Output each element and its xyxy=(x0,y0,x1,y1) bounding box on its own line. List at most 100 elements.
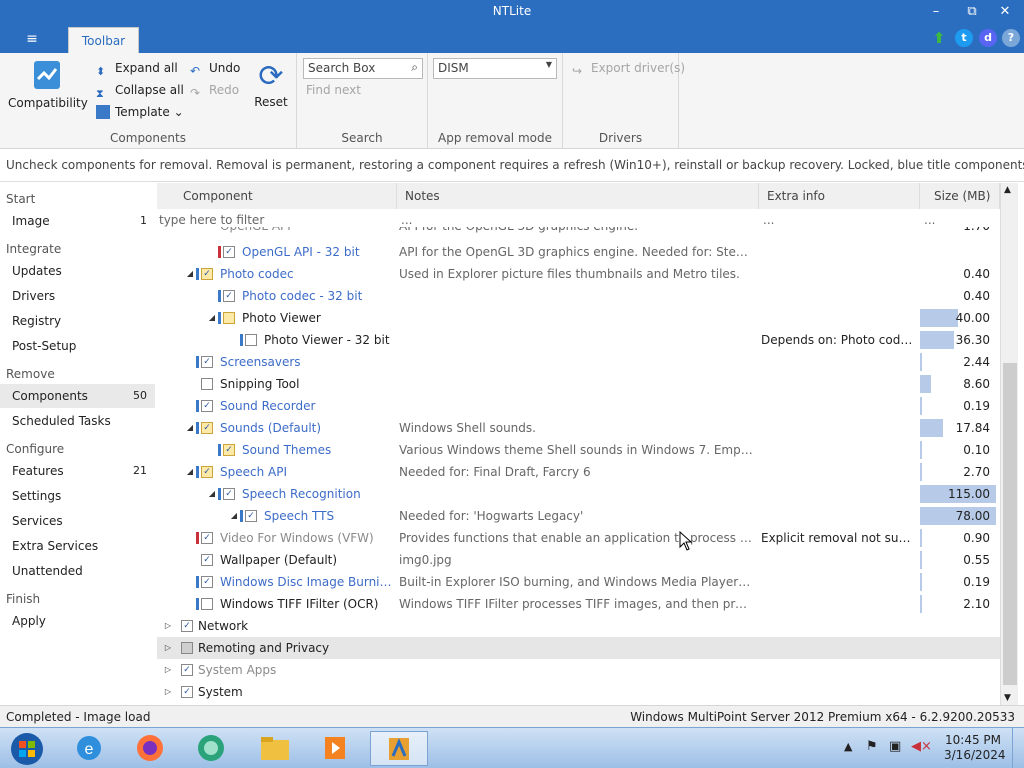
start-button[interactable] xyxy=(0,731,54,766)
network-icon[interactable]: ▣ xyxy=(889,739,901,768)
component-checkbox[interactable]: ✓ xyxy=(223,290,235,302)
show-desktop-button[interactable] xyxy=(1012,728,1024,768)
component-checkbox[interactable] xyxy=(181,642,193,654)
scroll-up-icon[interactable]: ▲ xyxy=(1004,185,1011,195)
component-checkbox[interactable]: ✓ xyxy=(223,246,235,258)
table-row[interactable]: ◢ ✓ Speech TTS Needed for: 'Hogwarts Legacy… xyxy=(157,505,1000,527)
component-checkbox[interactable]: ✓ xyxy=(201,400,213,412)
twitter-icon[interactable]: t xyxy=(955,29,973,47)
table-row[interactable]: ◢ ✓ Photo codec Used in Explorer picture fi… xyxy=(157,263,1000,285)
search-input[interactable]: Search Box ⌕ xyxy=(303,58,423,79)
component-checkbox[interactable]: ✓ xyxy=(201,532,213,544)
column-header-size[interactable]: Size (MB) xyxy=(920,183,1000,209)
table-row[interactable]: ▷ Remoting and Privacy xyxy=(157,637,1000,659)
sidebar-item-updates[interactable]: Updates xyxy=(0,259,155,283)
flag-icon[interactable]: ⚑ xyxy=(866,739,878,768)
expand-toggle-icon[interactable]: ◢ xyxy=(185,263,195,285)
component-checkbox[interactable]: ✓ xyxy=(181,664,193,676)
template-button[interactable]: Template ⌄ xyxy=(96,105,184,119)
ie-app-button[interactable]: e xyxy=(62,731,116,766)
table-row[interactable]: ✓ Sound Recorder 0.19 xyxy=(157,395,1000,417)
column-header-notes[interactable]: Notes xyxy=(397,183,759,209)
table-row[interactable]: ▷ ✓ Network xyxy=(157,615,1000,637)
removal-mode-select[interactable]: DISM ▼ xyxy=(433,58,557,79)
update-arrow-icon[interactable]: ⬆ xyxy=(930,29,948,47)
column-header-extra[interactable]: Extra info xyxy=(759,183,920,209)
component-checkbox[interactable]: ✓ xyxy=(181,620,193,632)
sidebar-item-services[interactable]: Services xyxy=(0,509,155,533)
component-checkbox[interactable] xyxy=(201,598,213,610)
expand-toggle-icon[interactable]: ◢ xyxy=(207,483,217,505)
export-drivers-button[interactable]: ↪ Export driver(s) xyxy=(572,61,685,78)
table-row[interactable]: Windows TIFF IFilter (OCR) Windows TIFF I… xyxy=(157,593,1000,615)
expand-toggle-icon[interactable]: ◢ xyxy=(207,307,217,329)
vertical-scrollbar[interactable]: ▲ ▼ xyxy=(1000,183,1018,705)
component-checkbox[interactable]: ✓ xyxy=(201,554,213,566)
table-row[interactable]: ✓ Video For Windows (VFW) Provides functio… xyxy=(157,527,1000,549)
component-checkbox[interactable]: ✓ xyxy=(201,466,213,478)
component-checkbox[interactable]: ✓ xyxy=(201,576,213,588)
sidebar-item-post-setup[interactable]: Post-Setup xyxy=(0,334,155,358)
table-row[interactable]: ▷ ✓ System Apps xyxy=(157,659,1000,681)
collapse-all-button[interactable]: ⧗ Collapse all xyxy=(96,83,184,101)
sidebar-item-image[interactable]: Image 1 xyxy=(0,209,155,233)
firefox-app-button[interactable] xyxy=(123,731,177,766)
expand-toggle-icon[interactable]: ◢ xyxy=(185,461,195,483)
ntlite-app-button[interactable] xyxy=(370,731,428,766)
hamburger-menu-icon[interactable]: ≡ xyxy=(18,29,46,49)
component-checkbox[interactable] xyxy=(201,378,213,390)
table-row[interactable]: ◢ Photo Viewer 40.00 xyxy=(157,307,1000,329)
sidebar-item-unattended[interactable]: Unattended xyxy=(0,559,155,583)
table-row[interactable]: ✓ Windows Disc Image Burning T... Built-in… xyxy=(157,571,1000,593)
explorer-app-button[interactable] xyxy=(248,731,302,766)
sidebar-item-features[interactable]: Features 21 xyxy=(0,459,155,483)
component-checkbox[interactable]: ✓ xyxy=(181,686,193,698)
sidebar-item-drivers[interactable]: Drivers xyxy=(0,284,155,308)
collapse-toggle-icon[interactable]: ▷ xyxy=(163,637,173,659)
compatibility-button[interactable]: Compatibility xyxy=(8,59,88,110)
sidebar-item-scheduled-tasks[interactable]: Scheduled Tasks xyxy=(0,409,155,433)
component-checkbox[interactable]: ✓ xyxy=(223,444,235,456)
table-row[interactable]: ◢ ✓ Sounds (Default) Windows Shell sounds. 1… xyxy=(157,417,1000,439)
minimize-button[interactable]: – xyxy=(921,2,951,22)
chat-app-button[interactable] xyxy=(184,731,238,766)
table-row[interactable]: ✓ OpenGL API - 32 bit API for the OpenGL 3… xyxy=(157,241,1000,263)
table-row[interactable]: Photo Viewer - 32 bit Depends on: Photo c… xyxy=(157,329,1000,351)
table-row[interactable]: ✓ Sound Themes Various Windows theme Shell… xyxy=(157,439,1000,461)
table-row[interactable]: ✓ Wallpaper (Default) img0.jpg 0.55 xyxy=(157,549,1000,571)
collapse-toggle-icon[interactable]: ▷ xyxy=(163,681,173,703)
reset-button[interactable]: ⟳ Reset xyxy=(252,59,290,109)
table-row[interactable]: ✓ Screensavers 2.44 xyxy=(157,351,1000,373)
column-header-component[interactable]: Component xyxy=(157,183,397,209)
component-checkbox[interactable]: ✓ xyxy=(201,356,213,368)
component-checkbox[interactable]: ✓ xyxy=(201,268,213,280)
discord-icon[interactable]: d xyxy=(979,29,997,47)
sidebar-item-settings[interactable]: Settings xyxy=(0,484,155,508)
collapse-toggle-icon[interactable]: ▷ xyxy=(163,659,173,681)
component-checkbox[interactable] xyxy=(245,334,257,346)
close-button[interactable]: ✕ xyxy=(990,2,1020,22)
expand-all-button[interactable]: ⬍ Expand all xyxy=(96,61,178,79)
undo-button[interactable]: ↶ Undo xyxy=(190,61,240,78)
volume-muted-icon[interactable]: ◀× xyxy=(911,739,932,768)
table-row[interactable]: ◢ ✓ Speech Recognition 115.00 xyxy=(157,483,1000,505)
clock[interactable]: 10:45 PM 3/16/2024 xyxy=(944,733,1006,768)
expand-toggle-icon[interactable]: ◢ xyxy=(185,417,195,439)
sidebar-item-registry[interactable]: Registry xyxy=(0,309,155,333)
component-checkbox[interactable]: ✓ xyxy=(223,488,235,500)
sidebar-item-components[interactable]: Components 50 xyxy=(0,384,155,408)
component-checkbox[interactable]: ✓ xyxy=(245,510,257,522)
help-icon[interactable]: ? xyxy=(1002,29,1020,47)
find-next-button[interactable]: Find next xyxy=(306,83,361,97)
scroll-down-icon[interactable]: ▼ xyxy=(1004,693,1011,703)
sidebar-item-apply[interactable]: Apply xyxy=(0,609,155,633)
scrollbar-thumb[interactable] xyxy=(1003,363,1017,685)
component-checkbox[interactable] xyxy=(223,312,235,324)
redo-button[interactable]: ↷ Redo xyxy=(190,83,239,100)
table-row[interactable]: Snipping Tool 8.60 xyxy=(157,373,1000,395)
tray-chevron-icon[interactable]: ▲ xyxy=(844,740,852,768)
media-app-button[interactable] xyxy=(308,731,362,766)
table-row[interactable]: ✓ Photo codec - 32 bit 0.40 xyxy=(157,285,1000,307)
maximize-button[interactable]: ⧉ xyxy=(957,2,987,22)
expand-toggle-icon[interactable]: ◢ xyxy=(229,505,239,527)
